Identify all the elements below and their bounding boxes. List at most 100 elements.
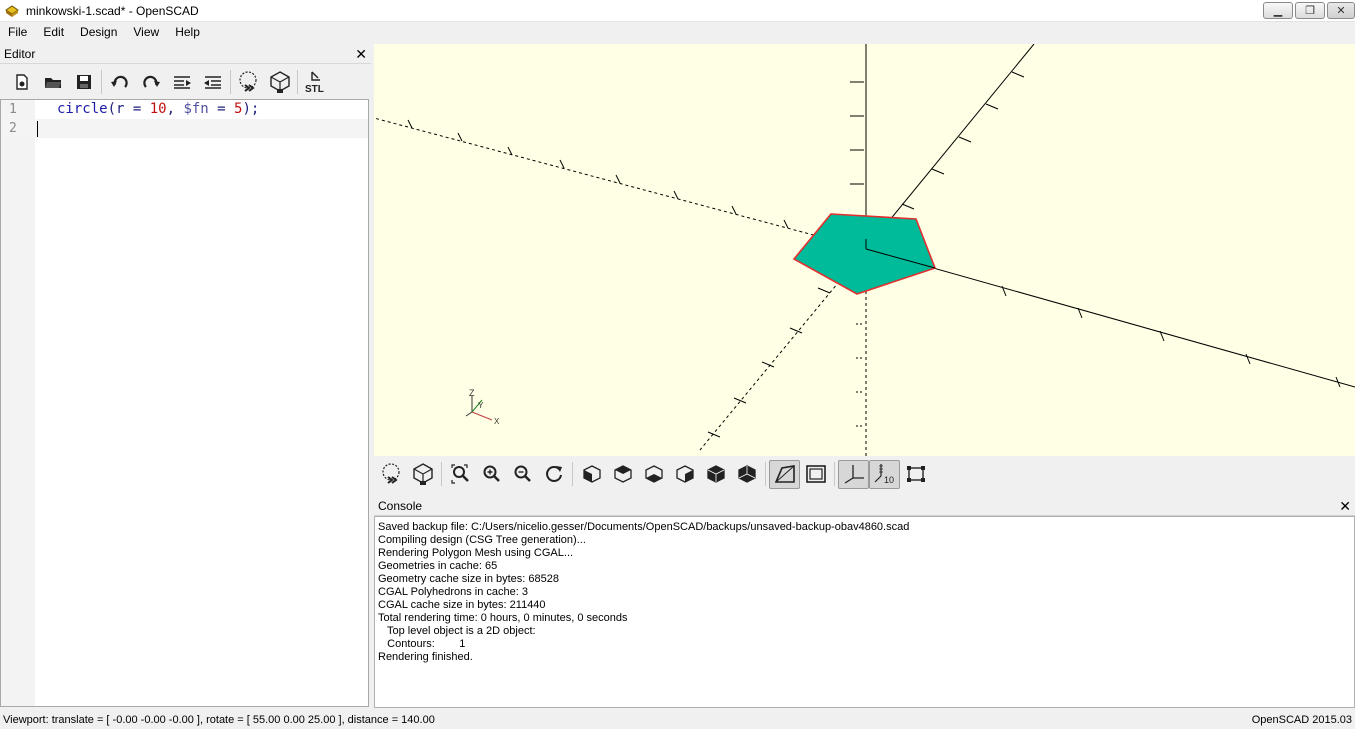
editor-close-button[interactable]: ✕ bbox=[355, 47, 367, 61]
console-line: Top level object is a 2D object: bbox=[378, 625, 536, 637]
openscad-logo-icon bbox=[5, 4, 19, 17]
cube-back-icon bbox=[737, 465, 756, 483]
x-axis-ticks bbox=[1001, 285, 1341, 388]
zoom-in-button[interactable] bbox=[476, 460, 507, 489]
view-all-button[interactable] bbox=[445, 460, 476, 489]
restore-icon: ❐ bbox=[1305, 5, 1315, 17]
view-preview-button[interactable] bbox=[376, 460, 407, 489]
view-top-button[interactable] bbox=[607, 460, 638, 489]
toolbar-separator bbox=[230, 69, 231, 94]
zoom-out-icon bbox=[514, 465, 531, 482]
code-line-current[interactable]: 2 bbox=[1, 119, 368, 138]
editor-title: Editor bbox=[4, 46, 36, 61]
menu-design[interactable]: Design bbox=[72, 22, 125, 43]
x-axis-negative bbox=[374, 117, 867, 250]
menu-edit[interactable]: Edit bbox=[35, 22, 72, 43]
view-render-button[interactable] bbox=[407, 460, 438, 489]
line-number: 1 bbox=[9, 102, 17, 117]
undo-icon bbox=[110, 75, 128, 88]
preview-icon bbox=[238, 70, 257, 92]
indent-button[interactable] bbox=[197, 68, 228, 96]
console-line: Total rendering time: 0 hours, 0 minutes… bbox=[378, 612, 628, 624]
code-editor[interactable]: 1 circle(r = 10, $fn = 5); 2 bbox=[0, 99, 369, 707]
view-front-button[interactable] bbox=[700, 460, 731, 489]
view-right-button[interactable] bbox=[576, 460, 607, 489]
line-number: 2 bbox=[9, 121, 17, 136]
editor-header: Editor ✕ bbox=[0, 44, 371, 64]
show-axes-button[interactable] bbox=[838, 459, 869, 489]
cube-front-icon bbox=[706, 465, 725, 483]
folder-icon bbox=[44, 77, 61, 88]
code-token: 10 bbox=[149, 101, 167, 117]
view-back-button[interactable] bbox=[731, 460, 762, 489]
menu-file[interactable]: File bbox=[0, 22, 35, 43]
orthogonal-button[interactable] bbox=[800, 460, 831, 489]
minimize-button[interactable]: ▁ bbox=[1263, 2, 1293, 19]
console-line: Geometries in cache: 65 bbox=[378, 560, 498, 572]
x-axis-negative-ticks bbox=[407, 119, 789, 229]
axis-gizmo: Z Y X bbox=[465, 388, 500, 426]
menu-bar: File Edit Design View Help bbox=[0, 22, 1355, 43]
gizmo-x-label: X bbox=[494, 417, 500, 426]
open-file-button[interactable] bbox=[37, 68, 68, 96]
show-edges-button[interactable] bbox=[900, 460, 931, 489]
code-line[interactable]: 1 circle(r = 10, $fn = 5); bbox=[1, 100, 368, 119]
console-line: Geometry cache size in bytes: 68528 bbox=[378, 573, 559, 585]
y-axis-ticks bbox=[901, 71, 1025, 210]
code-token: circle bbox=[57, 101, 108, 117]
perspective-button[interactable] bbox=[769, 459, 800, 489]
window-title: minkowski-1.scad* - OpenSCAD bbox=[26, 3, 199, 18]
cube-right-icon bbox=[582, 465, 601, 483]
console-line: CGAL cache size in bytes: 211440 bbox=[378, 599, 546, 611]
console-close-button[interactable]: ✕ bbox=[1339, 499, 1351, 513]
title-bar: minkowski-1.scad* - OpenSCAD ▁ ❐ ✕ bbox=[0, 0, 1355, 22]
orthogonal-icon bbox=[805, 465, 826, 483]
console-line: Compiling design (CSG Tree generation)..… bbox=[378, 534, 586, 546]
edges-icon bbox=[906, 466, 925, 482]
view-bottom-button[interactable] bbox=[638, 460, 669, 489]
preview-button[interactable] bbox=[233, 68, 264, 96]
console-line: Rendering Polygon Mesh using CGAL... bbox=[378, 547, 574, 559]
unindent-button[interactable] bbox=[166, 68, 197, 96]
menu-help[interactable]: Help bbox=[167, 22, 208, 43]
code-token: $fn bbox=[183, 101, 209, 117]
render-button[interactable] bbox=[264, 68, 295, 96]
text-caret bbox=[37, 121, 38, 137]
save-file-button[interactable] bbox=[68, 68, 99, 96]
perspective-icon bbox=[774, 465, 795, 483]
toolbar-separator bbox=[572, 462, 573, 486]
zoom-in-icon bbox=[483, 465, 500, 482]
reset-view-button[interactable] bbox=[538, 460, 569, 489]
export-stl-button[interactable]: STL bbox=[300, 68, 331, 96]
code-token: ); bbox=[242, 101, 260, 117]
export-stl-icon: STL bbox=[305, 71, 323, 94]
toolbar-separator bbox=[441, 462, 442, 486]
code-token: = bbox=[208, 101, 235, 117]
editor-toolbar: STL bbox=[0, 64, 371, 99]
reset-view-icon bbox=[545, 466, 562, 482]
render-icon bbox=[412, 463, 433, 485]
y-axis-negative-ticks bbox=[707, 287, 831, 438]
save-icon bbox=[76, 74, 91, 89]
3d-viewport[interactable]: Z Y X bbox=[374, 44, 1355, 456]
pentagon-shape[interactable] bbox=[792, 213, 937, 295]
show-scale-button[interactable]: 10 bbox=[869, 459, 900, 489]
unindent-icon bbox=[173, 75, 191, 89]
console-output[interactable]: Saved backup file: C:/Users/nicelio.gess… bbox=[374, 516, 1355, 708]
close-window-button[interactable]: ✕ bbox=[1327, 2, 1355, 19]
view-left-button[interactable] bbox=[669, 460, 700, 489]
restore-button[interactable]: ❐ bbox=[1295, 2, 1325, 19]
undo-button[interactable] bbox=[104, 68, 135, 96]
editor-panel: Editor ✕ STL 1 circle(r = 10, $fn = 5); … bbox=[0, 44, 371, 708]
menu-view[interactable]: View bbox=[125, 22, 167, 43]
zoom-out-button[interactable] bbox=[507, 460, 538, 489]
version-label: OpenSCAD 2015.03 bbox=[1251, 713, 1352, 726]
redo-button[interactable] bbox=[135, 68, 166, 96]
new-file-button[interactable] bbox=[6, 68, 37, 96]
console-line: Contours: 1 bbox=[378, 638, 466, 650]
gizmo-y-label: Y bbox=[478, 401, 484, 410]
z-axis-ticks bbox=[850, 81, 864, 219]
scale-markers-icon: 10 bbox=[874, 464, 894, 485]
cube-top-icon bbox=[613, 465, 632, 483]
new-file-icon bbox=[15, 73, 28, 90]
